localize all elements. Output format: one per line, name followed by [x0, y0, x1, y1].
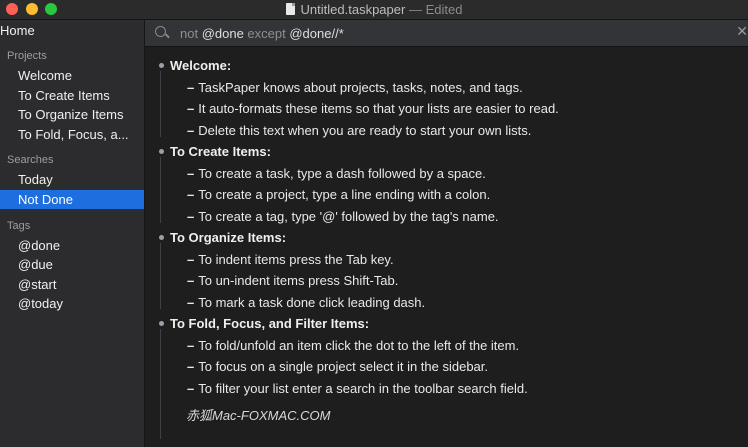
window-title-text: Untitled.taskpaper: [300, 2, 406, 17]
search-bar[interactable]: not @done except @done//* ✕: [145, 20, 748, 47]
project-fold-dot[interactable]: [159, 235, 164, 240]
project-fold-dot[interactable]: [159, 63, 164, 68]
task-text: To create a tag, type '@' followed by th…: [198, 209, 499, 224]
sidebar-item-home[interactable]: Home: [0, 23, 35, 38]
task-text: To filter your list enter a search in th…: [198, 381, 528, 396]
task-dash[interactable]: –: [187, 123, 194, 138]
document-editor[interactable]: Welcome: – TaskPaper knows about projects…: [145, 47, 748, 447]
task-item[interactable]: – Delete this text when you are ready to …: [187, 123, 531, 138]
sidebar-item-tag[interactable]: @done: [0, 236, 144, 255]
task-text: To create a task, type a dash followed b…: [198, 166, 486, 181]
indent-guide: [160, 243, 161, 309]
indent-guide: [160, 71, 161, 137]
sidebar-item-project[interactable]: Welcome: [0, 66, 144, 85]
task-dash[interactable]: –: [187, 252, 194, 267]
task-text: To mark a task done click leading dash.: [198, 295, 426, 310]
task-text: Delete this text when you are ready to s…: [198, 123, 532, 138]
task-text: To indent items press the Tab key.: [198, 252, 394, 267]
document-icon: [285, 3, 295, 15]
indent-guide: [160, 157, 161, 223]
task-text: To focus on a single project select it i…: [198, 359, 489, 374]
project-title[interactable]: To Organize Items:: [170, 230, 286, 245]
task-item[interactable]: – To indent items press the Tab key.: [187, 252, 394, 267]
task-dash[interactable]: –: [187, 381, 194, 396]
task-dash[interactable]: –: [187, 80, 194, 95]
project-title[interactable]: Welcome:: [170, 58, 231, 73]
task-dash[interactable]: –: [187, 101, 194, 116]
sidebar-item-search-selected[interactable]: Not Done: [0, 190, 144, 209]
title-separator: —: [408, 2, 422, 17]
clear-search-icon[interactable]: ✕: [736, 23, 748, 40]
query-tag: @done: [289, 26, 332, 41]
sidebar-item-tag[interactable]: @start: [0, 275, 144, 294]
window-title: Untitled.taskpaper — Edited: [0, 2, 748, 17]
task-text: TaskPaper knows about projects, tasks, n…: [198, 80, 523, 95]
task-item[interactable]: – To fold/unfold an item click the dot to…: [187, 338, 519, 353]
searches-header: Searches: [7, 154, 54, 166]
task-text: It auto-formats these items so that your…: [198, 101, 559, 116]
query-text: except: [243, 26, 290, 41]
task-item[interactable]: – To create a task, type a dash followed …: [187, 166, 486, 181]
task-item[interactable]: – It auto-formats these items so that you…: [187, 101, 559, 116]
project-title[interactable]: To Fold, Focus, and Filter Items:: [170, 316, 369, 331]
task-dash[interactable]: –: [187, 209, 194, 224]
task-dash[interactable]: –: [187, 187, 194, 202]
task-text: To fold/unfold an item click the dot to …: [198, 338, 520, 353]
indent-guide: [160, 329, 161, 439]
sidebar-item-project[interactable]: To Organize Items: [0, 105, 144, 124]
task-dash[interactable]: –: [187, 359, 194, 374]
query-text: //*: [331, 26, 344, 41]
task-item[interactable]: – To mark a task done click leading dash.: [187, 295, 425, 310]
projects-header: Projects: [7, 50, 47, 62]
document-status: Edited: [425, 2, 463, 17]
project-fold-dot[interactable]: [159, 321, 164, 326]
sidebar-item-project[interactable]: To Create Items: [0, 86, 144, 105]
project-fold-dot[interactable]: [159, 149, 164, 154]
sidebar: Home Projects Welcome To Create Items To…: [0, 20, 145, 447]
task-dash[interactable]: –: [187, 273, 194, 288]
task-dash[interactable]: –: [187, 166, 194, 181]
sidebar-item-tag[interactable]: @today: [0, 294, 144, 313]
task-item[interactable]: – To create a tag, type '@' followed by t…: [187, 209, 499, 224]
tags-header: Tags: [7, 220, 31, 232]
task-item[interactable]: – To un-indent items press Shift-Tab.: [187, 273, 398, 288]
task-item[interactable]: – To filter your list enter a search in t…: [187, 381, 528, 396]
search-input[interactable]: not @done except @done//*: [180, 26, 344, 41]
sidebar-item-tag[interactable]: @due: [0, 255, 144, 274]
query-text: not: [180, 26, 202, 41]
query-tag: @done: [201, 26, 244, 41]
sidebar-item-search[interactable]: Today: [0, 170, 144, 189]
watermark-text: 赤狐Mac-FOXMAC.COM: [186, 408, 331, 423]
task-item[interactable]: – To create a project, type a line ending…: [187, 187, 490, 202]
task-item[interactable]: – TaskPaper knows about projects, tasks, …: [187, 80, 523, 95]
search-icon: [155, 26, 166, 37]
task-item[interactable]: – To focus on a single project select it …: [187, 359, 488, 374]
task-dash[interactable]: –: [187, 338, 194, 353]
title-bar: Untitled.taskpaper — Edited: [0, 0, 748, 20]
sidebar-item-project[interactable]: To Fold, Focus, a...: [0, 125, 144, 144]
project-title[interactable]: To Create Items:: [170, 144, 271, 159]
task-text: To un-indent items press Shift-Tab.: [198, 273, 399, 288]
task-text: To create a project, type a line ending …: [198, 187, 491, 202]
task-dash[interactable]: –: [187, 295, 194, 310]
